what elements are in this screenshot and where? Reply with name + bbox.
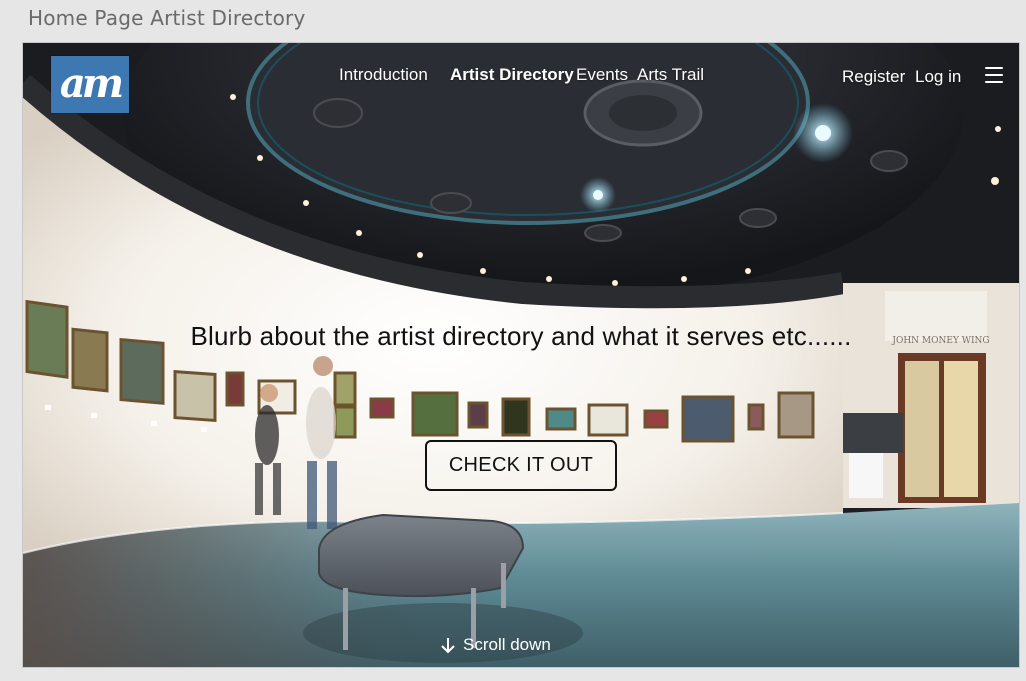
- top-nav: Introduction Artist Directory Events Art…: [23, 65, 1019, 91]
- hero-artboard: JOHN MONEY WING am Introduction Artist D…: [22, 42, 1020, 668]
- scroll-down-label: Scroll down: [463, 635, 551, 654]
- hero-blurb: Blurb about the artist directory and wha…: [190, 321, 852, 351]
- login-link[interactable]: Log in: [915, 67, 961, 87]
- register-link[interactable]: Register: [842, 67, 905, 87]
- check-it-out-button[interactable]: CHECK IT OUT: [425, 440, 617, 491]
- scroll-down-link[interactable]: Scroll down: [439, 635, 551, 655]
- gallery-hero-image: JOHN MONEY WING: [23, 43, 1019, 667]
- nav-artist-directory[interactable]: Artist Directory: [450, 65, 574, 85]
- nav-arts-trail[interactable]: Arts Trail: [637, 65, 704, 85]
- nav-events[interactable]: Events: [576, 65, 628, 85]
- nav-introduction[interactable]: Introduction: [339, 65, 428, 85]
- hamburger-icon[interactable]: [985, 67, 1003, 83]
- arrow-down-icon: [441, 638, 455, 654]
- page-title: Home Page Artist Directory: [28, 6, 306, 30]
